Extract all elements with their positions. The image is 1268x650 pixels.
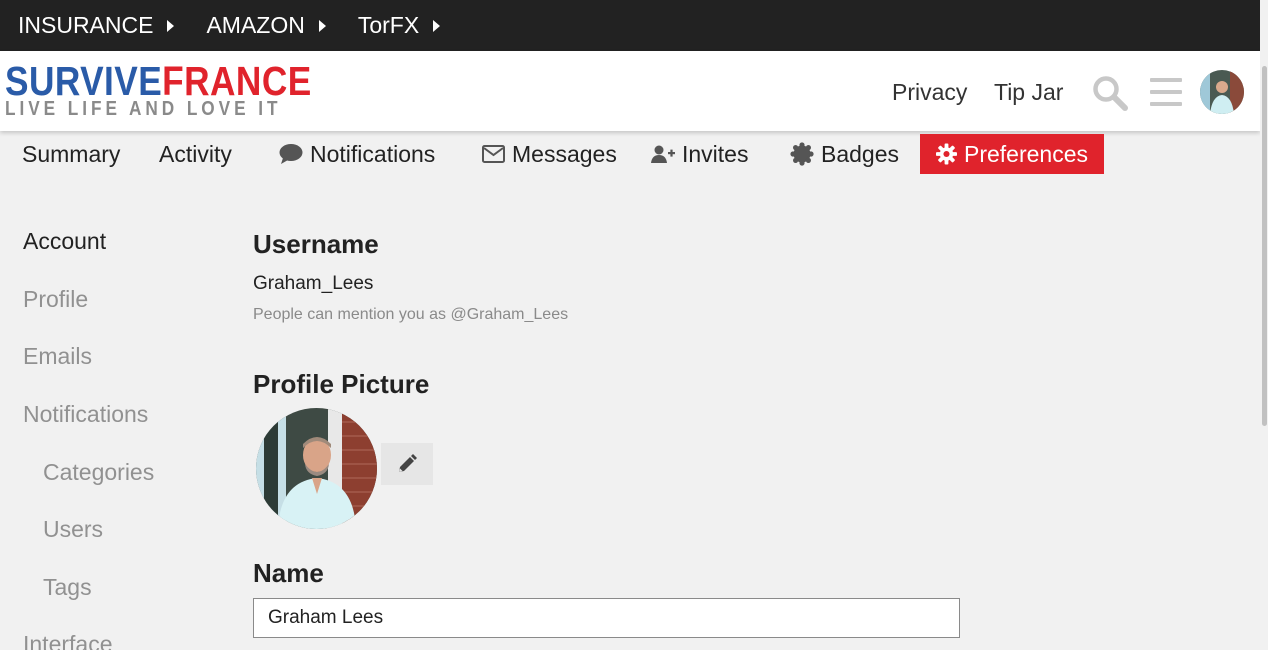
privacy-link[interactable]: Privacy <box>892 79 967 106</box>
gear-icon <box>936 143 957 165</box>
tab-summary[interactable]: Summary <box>22 134 120 174</box>
logo-tagline: LIVE LIFE AND LOVE IT <box>5 98 282 120</box>
tab-notifications[interactable]: Notifications <box>279 134 435 174</box>
tab-invites-label: Invites <box>682 140 749 167</box>
name-field[interactable] <box>253 598 960 638</box>
tab-preferences-label: Preferences <box>963 140 1088 167</box>
tab-activity[interactable]: Activity <box>159 134 232 174</box>
top-nav-torfx-label: TorFX <box>357 12 420 38</box>
tab-preferences[interactable]: Preferences <box>920 134 1104 174</box>
tab-summary-label: Summary <box>22 140 121 167</box>
edit-profile-picture-button[interactable] <box>381 443 433 485</box>
sidenav-tags[interactable]: Tags <box>43 574 92 601</box>
profile-picture <box>256 408 377 529</box>
top-nav-amazon-label: AMAZON <box>206 12 305 38</box>
top-nav-insurance-label: INSURANCE <box>18 12 154 38</box>
tab-messages-label: Messages <box>512 140 617 167</box>
tab-notifications-label: Notifications <box>310 140 436 167</box>
pencil-icon <box>399 454 417 472</box>
sidenav-account[interactable]: Account <box>23 228 106 255</box>
sidenav-emails[interactable]: Emails <box>23 343 92 370</box>
site-logo[interactable]: SURVIVEFRANCE LIVE LIFE AND LOVE IT <box>5 61 311 123</box>
username-value: Graham_Lees <box>253 273 374 294</box>
top-nav-bar: INSURANCE AMAZON TorFX <box>0 0 1260 51</box>
hamburger-icon[interactable] <box>1150 78 1182 106</box>
username-heading: Username <box>253 229 379 259</box>
user-avatar[interactable] <box>1200 70 1244 114</box>
site-header: SURVIVEFRANCE LIVE LIFE AND LOVE IT Priv… <box>0 51 1260 131</box>
tab-invites[interactable]: Invites <box>651 134 748 174</box>
name-heading: Name <box>253 558 324 588</box>
caret-right-icon <box>318 19 326 32</box>
user-tabs: Summary Activity Notifications Messages … <box>0 134 1260 174</box>
user-plus-icon <box>651 145 675 163</box>
caret-right-icon <box>433 19 441 32</box>
certificate-icon <box>790 142 814 166</box>
tab-activity-label: Activity <box>159 140 232 167</box>
tab-badges-label: Badges <box>821 140 900 167</box>
username-hint: People can mention you as @Graham_Lees <box>253 306 569 323</box>
envelope-icon <box>482 145 505 163</box>
profile-picture-heading: Profile Picture <box>253 369 430 399</box>
sidenav-notifications[interactable]: Notifications <box>23 401 148 428</box>
sidenav-users[interactable]: Users <box>43 516 103 543</box>
sidenav-interface[interactable]: Interface <box>23 631 113 650</box>
tip-jar-link[interactable]: Tip Jar <box>994 79 1063 106</box>
search-icon[interactable] <box>1092 75 1128 111</box>
logo-wordmark: SURVIVEFRANCE <box>5 61 311 102</box>
top-nav-insurance[interactable]: INSURANCE <box>18 12 175 39</box>
tab-messages[interactable]: Messages <box>482 134 617 174</box>
scrollbar-thumb[interactable] <box>1262 66 1267 426</box>
top-nav-torfx[interactable]: TorFX <box>357 12 441 39</box>
top-nav-amazon[interactable]: AMAZON <box>206 12 326 39</box>
tab-badges[interactable]: Badges <box>790 134 899 174</box>
sidenav-profile[interactable]: Profile <box>23 286 88 313</box>
page-scrollbar[interactable] <box>1260 0 1268 650</box>
speech-bubble-icon <box>279 144 303 164</box>
sidenav-categories[interactable]: Categories <box>43 459 154 486</box>
caret-right-icon <box>167 19 175 32</box>
